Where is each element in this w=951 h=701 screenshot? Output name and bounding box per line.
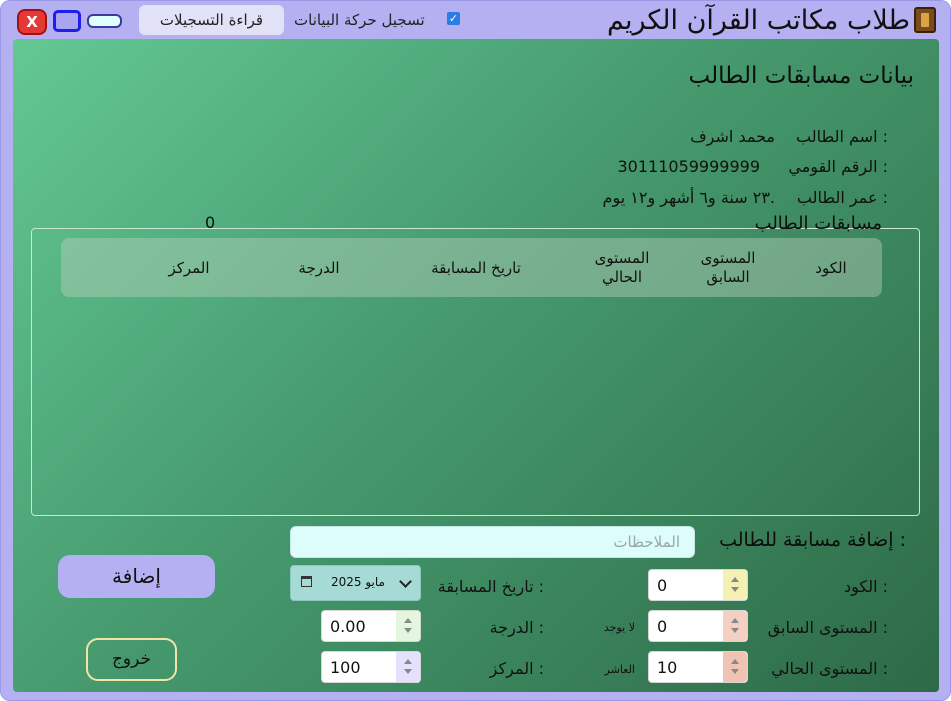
prev-level-label: المستوى السابق : — [767, 618, 888, 637]
column-header-grade[interactable]: الدرجة — [281, 259, 357, 278]
date-picker[interactable]: مايو 2025 — [290, 565, 421, 601]
log-data-checkbox[interactable]: ✓ — [447, 12, 460, 25]
code-spin-arrows[interactable] — [723, 570, 747, 600]
prev-level-value: 0 — [657, 617, 668, 636]
add-button[interactable]: إضافة — [58, 555, 215, 598]
national-id-value: 30111059999999 — [617, 157, 760, 176]
student-age-value: ٢٣ سنة و٦ أشهر و١٢ يوم. — [602, 188, 775, 207]
grade-spin-arrows[interactable] — [396, 611, 420, 641]
date-label: تاريخ المسابقة : — [437, 577, 544, 596]
code-label: الكود : — [843, 577, 888, 596]
column-header-date[interactable]: تاريخ المسابقة — [416, 259, 536, 278]
notes-input[interactable]: الملاحظات — [290, 526, 695, 558]
prev-level-spinbox[interactable]: 0 — [648, 610, 748, 642]
close-button[interactable]: X — [17, 9, 47, 35]
prev-level-note: لا يوجد — [603, 621, 635, 634]
read-records-button[interactable]: قراءة التسجيلات — [139, 5, 284, 35]
maximize-button[interactable] — [53, 10, 81, 32]
national-id-label: الرقم القومي : — [788, 157, 888, 176]
grade-label: الدرجة : — [489, 618, 544, 637]
app-window: طلاب مكاتب القرآن الكريم X قراءة التسجيل… — [0, 0, 951, 701]
column-header-rank[interactable]: المركز — [151, 259, 227, 278]
code-value: 0 — [657, 576, 668, 595]
rank-label: المركز : — [489, 659, 544, 678]
column-header-prev-level[interactable]: المستوى السابق — [695, 249, 761, 287]
grade-spinbox[interactable]: 0.00 — [321, 610, 421, 642]
log-data-checkbox-label: تسجيل حركة البيانات — [294, 11, 425, 29]
student-name-value: محمد اشرف — [690, 127, 775, 146]
student-age-label: عمر الطالب : — [796, 188, 888, 207]
add-competition-title: إضافة مسابقة للطالب : — [719, 529, 906, 551]
prev-level-spin-arrows[interactable] — [723, 611, 747, 641]
current-level-spin-arrows[interactable] — [723, 652, 747, 682]
page-heading: بيانات مسابقات الطالب — [688, 63, 914, 89]
rank-spin-arrows[interactable] — [396, 652, 420, 682]
current-level-spinbox[interactable]: 10 — [648, 651, 748, 683]
rank-spinbox[interactable]: 100 — [321, 651, 421, 683]
rank-value: 100 — [330, 658, 361, 677]
competitions-group-title: مسابقات الطالب — [754, 213, 882, 234]
column-header-code[interactable]: الكود — [801, 259, 861, 278]
current-level-label: المستوى الحالي : — [771, 659, 888, 678]
code-spinbox[interactable]: 0 — [648, 569, 748, 601]
date-value: مايو 2025 — [331, 575, 385, 589]
current-level-value: 10 — [657, 658, 678, 677]
quran-book-icon — [914, 7, 936, 33]
window-title: طلاب مكاتب القرآن الكريم — [606, 5, 910, 36]
grade-value: 0.00 — [330, 617, 366, 636]
competitions-count: 0 — [205, 213, 216, 232]
current-level-note: العاشر — [604, 663, 635, 676]
student-name-label: اسم الطالب : — [796, 127, 888, 146]
column-header-current-level[interactable]: المستوى الحالي — [587, 249, 657, 287]
exit-button[interactable]: خروج — [86, 638, 177, 681]
minimize-button[interactable] — [87, 14, 122, 28]
calendar-icon — [301, 576, 312, 587]
chevron-down-icon[interactable] — [399, 575, 412, 588]
